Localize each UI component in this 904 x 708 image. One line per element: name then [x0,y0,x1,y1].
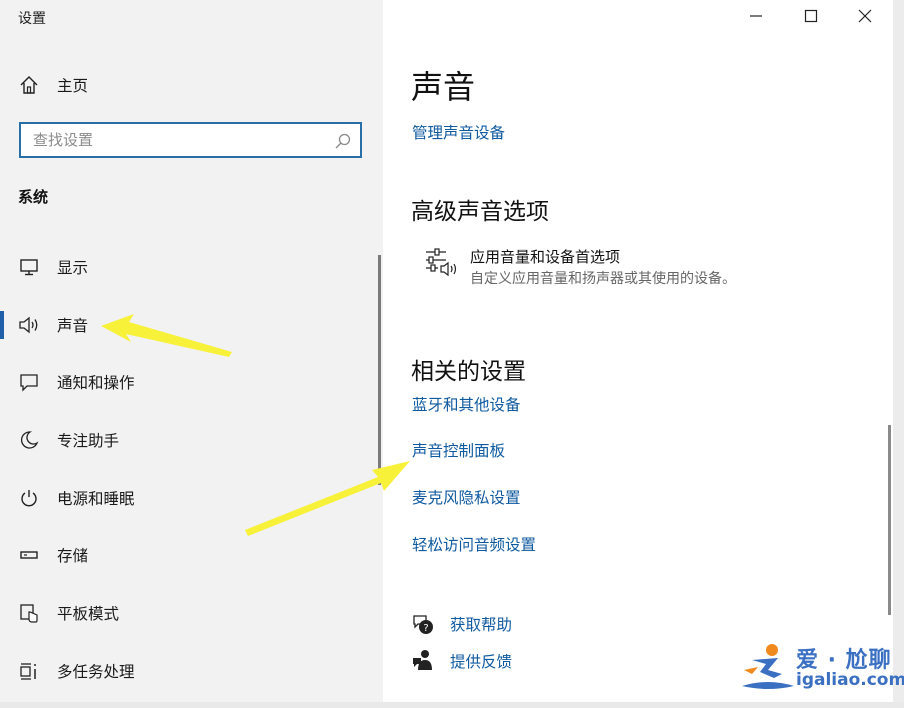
page-title: 声音 [411,68,476,106]
watermark-logo-icon [738,640,796,694]
sidebar-item-sound[interactable]: 声音 [0,302,383,348]
minimize-icon [749,8,763,27]
sidebar-item-multitasking[interactable]: 多任务处理 [0,648,383,694]
maximize-button[interactable] [788,2,834,32]
sidebar-item-tablet-mode[interactable]: 平板模式 [0,590,383,636]
sidebar-item-label: 通知和操作 [57,374,135,392]
moon-icon [18,429,40,451]
window-edge [893,0,904,708]
app-volume-option-title: 应用音量和设备首选项 [470,248,621,266]
maximize-icon [804,8,818,27]
microphone-privacy-link[interactable]: 麦克风隐私设置 [412,486,521,508]
sidebar-item-label: 多任务处理 [57,663,135,681]
section-label: 系统 [18,188,49,206]
tablet-mode-icon [18,602,40,624]
power-icon [18,487,40,509]
sidebar-item-storage[interactable]: 存储 [0,532,383,578]
sidebar-item-label: 存储 [57,547,89,565]
get-help-link[interactable]: 获取帮助 [450,613,512,635]
sidebar-item-label: 电源和睡眠 [57,490,135,508]
sidebar-item-label: 平板模式 [57,605,120,623]
notification-icon [18,371,40,393]
main-content: 声音 管理声音设备 高级声音选项 应用音量和设备首选项 自定义应用音量和扬声器或… [383,0,904,708]
minimize-button[interactable] [733,2,779,32]
advanced-sound-heading: 高级声音选项 [411,199,549,225]
manage-sound-devices-link[interactable]: 管理声音设备 [412,121,505,143]
search-box [19,122,362,158]
feedback-icon [411,648,435,672]
sidebar-item-notifications[interactable]: 通知和操作 [0,359,383,405]
sidebar-item-home[interactable]: 主页 [0,62,383,108]
give-feedback-link[interactable]: 提供反馈 [450,650,512,672]
app-volume-option-description: 自定义应用音量和扬声器或其使用的设备。 [470,271,736,287]
related-settings-heading: 相关的设置 [411,359,526,385]
close-button[interactable] [842,2,888,32]
monitor-icon [18,256,40,278]
bluetooth-devices-link[interactable]: 蓝牙和其他设备 [412,393,521,415]
sidebar-scrollbar[interactable] [378,255,381,485]
sidebar-item-label: 显示 [57,259,89,277]
storage-icon [18,544,40,566]
sidebar-item-label: 声音 [57,317,89,335]
app-title: 设置 [18,11,46,27]
sidebar-item-display[interactable]: 显示 [0,244,383,290]
window-bottom-edge [0,702,904,708]
search-icon[interactable] [334,132,352,150]
sidebar-item-label: 主页 [57,77,89,95]
ease-of-access-audio-link[interactable]: 轻松访问音频设置 [412,533,536,555]
active-indicator [0,311,4,339]
sidebar-item-focus-assist[interactable]: 专注助手 [0,417,383,463]
sidebar-item-power-sleep[interactable]: 电源和睡眠 [0,475,383,521]
sidebar: 设置 主页 系统 显示 声音 通知和操作 专注助手 [0,0,383,702]
sidebar-item-label: 专注助手 [57,432,120,450]
speaker-icon [18,314,40,336]
multitasking-icon [18,660,40,682]
watermark-domain: igaliao.com [796,670,904,690]
home-icon [18,74,40,96]
close-icon [858,8,872,27]
svg-text:?: ? [423,623,428,634]
help-icon: ? [411,612,435,636]
volume-mixer-icon [424,246,458,280]
sound-control-panel-link[interactable]: 声音控制面板 [412,439,505,461]
search-input[interactable] [21,124,333,156]
main-scrollbar[interactable] [888,425,891,615]
